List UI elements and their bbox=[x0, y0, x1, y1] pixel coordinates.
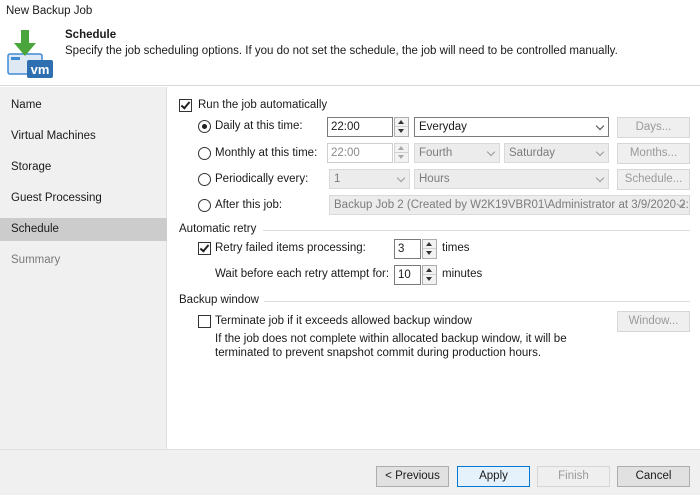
periodic-value-dropdown[interactable]: 1 bbox=[329, 169, 410, 189]
step-summary: Summary bbox=[11, 254, 61, 266]
daily-label: Daily at this time: bbox=[215, 120, 303, 132]
cancel-button[interactable]: Cancel bbox=[617, 466, 690, 487]
schedule-button[interactable]: Schedule... bbox=[617, 169, 690, 190]
monthly-day-value: Saturday bbox=[509, 147, 556, 159]
monthly-day-dropdown[interactable]: Saturday bbox=[504, 143, 609, 163]
periodically-label: Periodically every: bbox=[215, 173, 309, 185]
periodic-value: 1 bbox=[334, 173, 341, 185]
after-job-dropdown[interactable]: Backup Job 2 (Created by W2K19VBR01\Admi… bbox=[329, 195, 690, 215]
wizard-footer: < Previous Apply Finish Cancel bbox=[0, 449, 700, 495]
wait-label: Wait before each retry attempt for: bbox=[215, 268, 390, 280]
daily-days-value: Everyday bbox=[419, 121, 467, 133]
monthly-radio[interactable] bbox=[198, 147, 211, 160]
title-bar: New Backup Job bbox=[0, 0, 700, 22]
wizard-header: vm Schedule Specify the job scheduling o… bbox=[0, 22, 700, 86]
window-title: New Backup Job bbox=[6, 5, 93, 17]
backup-window-heading: Backup window bbox=[179, 294, 259, 306]
chevron-down-icon bbox=[396, 173, 406, 183]
run-automatically-checkbox[interactable] bbox=[179, 99, 192, 112]
monthly-label: Monthly at this time: bbox=[215, 147, 318, 159]
periodic-unit-dropdown[interactable]: Hours bbox=[414, 169, 609, 189]
backup-window-hint-line1: If the job does not complete within allo… bbox=[215, 333, 567, 345]
step-storage[interactable]: Storage bbox=[0, 156, 167, 179]
section-divider bbox=[263, 230, 690, 231]
wizard-steps: Name Virtual Machines Storage Guest Proc… bbox=[0, 87, 167, 449]
finish-button[interactable]: Finish bbox=[537, 466, 610, 487]
months-button[interactable]: Months... bbox=[617, 143, 690, 164]
terminate-job-label: Terminate job if it exceeds allowed back… bbox=[215, 315, 472, 327]
periodically-radio[interactable] bbox=[198, 173, 211, 186]
wait-minutes-spinner[interactable] bbox=[422, 265, 437, 285]
svg-text:vm: vm bbox=[31, 62, 50, 77]
retry-unit: times bbox=[442, 242, 470, 254]
monthly-time-field[interactable]: 22:00 bbox=[327, 143, 393, 163]
periodic-unit-value: Hours bbox=[419, 173, 450, 185]
wait-unit: minutes bbox=[442, 268, 483, 280]
apply-button[interactable]: Apply bbox=[457, 466, 530, 487]
after-job-value: Backup Job 2 (Created by W2K19VBR01\Admi… bbox=[334, 199, 690, 211]
after-job-radio[interactable] bbox=[198, 199, 211, 212]
page-description: Specify the job scheduling options. If y… bbox=[65, 45, 618, 57]
previous-button[interactable]: < Previous bbox=[376, 466, 449, 487]
retry-label: Retry failed items processing: bbox=[215, 242, 366, 254]
retry-count-spinner[interactable] bbox=[422, 239, 437, 259]
days-button[interactable]: Days... bbox=[617, 117, 690, 138]
step-virtual-machines[interactable]: Virtual Machines bbox=[0, 125, 167, 148]
step-guest-processing[interactable]: Guest Processing bbox=[0, 187, 167, 210]
chevron-down-icon bbox=[595, 147, 605, 157]
chevron-down-icon bbox=[595, 173, 605, 183]
monthly-time-spinner[interactable] bbox=[394, 143, 409, 163]
terminate-job-checkbox[interactable] bbox=[198, 315, 211, 328]
retry-checkbox[interactable] bbox=[198, 242, 211, 255]
daily-days-dropdown[interactable]: Everyday bbox=[414, 117, 609, 137]
monthly-week-value: Fourth bbox=[419, 147, 453, 159]
monthly-week-dropdown[interactable]: Fourth bbox=[414, 143, 500, 163]
page-title: Schedule bbox=[65, 29, 117, 41]
daily-time-spinner[interactable] bbox=[394, 117, 409, 137]
step-schedule[interactable]: Schedule bbox=[0, 218, 167, 241]
run-automatically-label: Run the job automatically bbox=[198, 99, 328, 111]
window-button[interactable]: Window... bbox=[617, 311, 690, 332]
after-job-label: After this job: bbox=[215, 199, 283, 211]
step-name[interactable]: Name bbox=[0, 94, 167, 117]
daily-time-field[interactable]: 22:00 bbox=[327, 117, 393, 137]
chevron-down-icon bbox=[595, 121, 605, 131]
backup-window-hint-line2: terminated to prevent snapshot commit du… bbox=[215, 347, 542, 359]
wait-minutes-field[interactable]: 10 bbox=[394, 265, 421, 285]
automatic-retry-heading: Automatic retry bbox=[179, 223, 257, 235]
daily-radio[interactable] bbox=[198, 120, 211, 133]
job-icon: vm bbox=[5, 26, 55, 80]
chevron-down-icon bbox=[486, 147, 496, 157]
section-divider bbox=[264, 301, 690, 302]
retry-count-field[interactable]: 3 bbox=[394, 239, 421, 259]
